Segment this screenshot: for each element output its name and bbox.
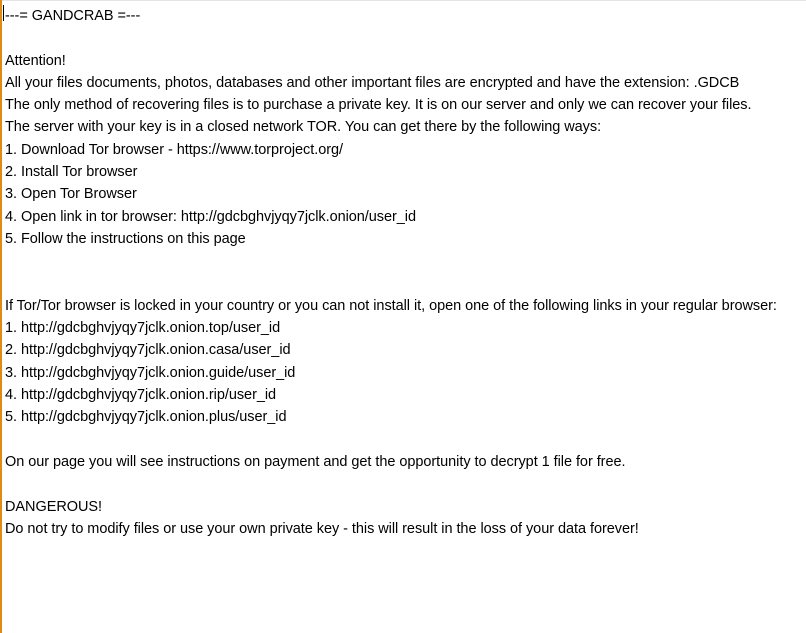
- tor-step-2: 2. Install Tor browser: [5, 164, 138, 181]
- mirror-link-2: 2. http://gdcbghvjyqy7jclk.onion.casa/us…: [5, 342, 291, 359]
- intro-line-encrypted: All your files documents, photos, databa…: [5, 74, 740, 91]
- attention-heading: Attention!: [5, 52, 66, 69]
- mirror-link-1: 1. http://gdcbghvjyqy7jclk.onion.top/use…: [5, 320, 281, 337]
- mirror-link-4: 4. http://gdcbghvjyqy7jclk.onion.rip/use…: [5, 387, 277, 404]
- intro-line-private-key: The only method of recovering files is t…: [5, 97, 752, 114]
- danger-heading: DANGEROUS!: [5, 498, 102, 515]
- fallback-intro-line: If Tor/Tor browser is locked in your cou…: [5, 297, 777, 314]
- tor-step-4: 4. Open link in tor browser: http://gdcb…: [5, 208, 416, 225]
- ransom-note-text-area[interactable]: ---= GANDCRAB =--- Attention! All your f…: [0, 0, 806, 633]
- mirror-link-5: 5. http://gdcbghvjyqy7jclk.onion.plus/us…: [5, 409, 287, 426]
- danger-warning-line: Do not try to modify files or use your o…: [5, 520, 639, 537]
- intro-line-tor-network: The server with your key is in a closed …: [5, 119, 602, 136]
- payment-instructions-line: On our page you will see instructions on…: [5, 453, 626, 470]
- tor-step-5: 5. Follow the instructions on this page: [5, 230, 246, 247]
- note-header: ---= GANDCRAB =---: [5, 8, 141, 24]
- mirror-link-3: 3. http://gdcbghvjyqy7jclk.onion.guide/u…: [5, 364, 296, 381]
- tor-step-1: 1. Download Tor browser - https://www.to…: [5, 141, 343, 158]
- tor-step-3: 3. Open Tor Browser: [5, 186, 137, 203]
